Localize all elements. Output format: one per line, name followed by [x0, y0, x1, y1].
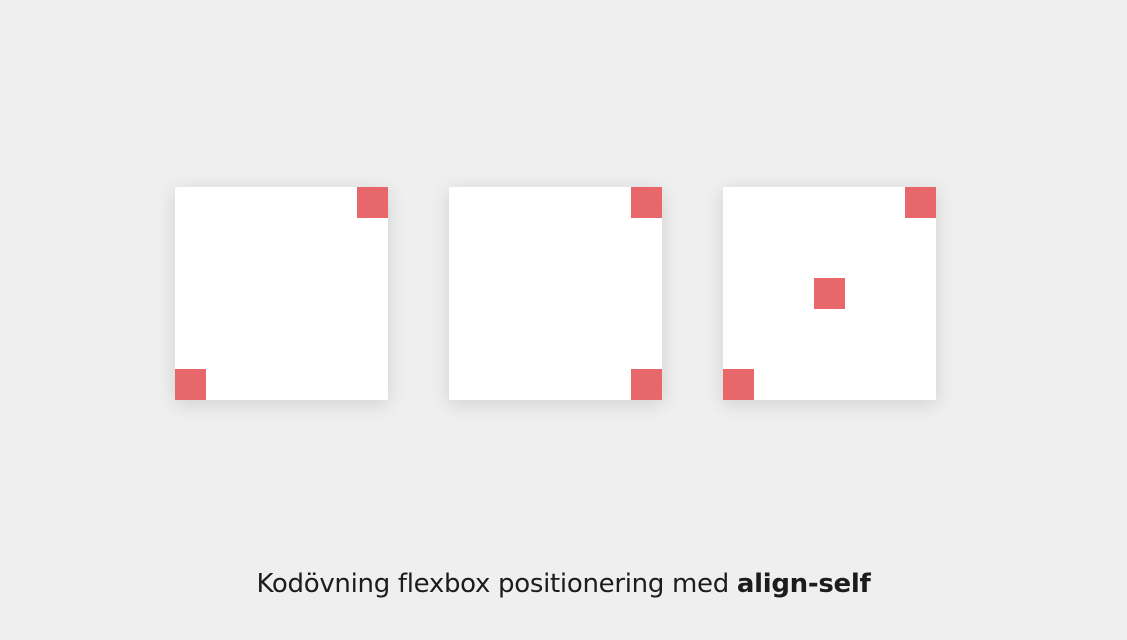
caption-emphasis: align-self: [736, 569, 871, 599]
flex-container-1: [175, 187, 388, 400]
flex-item-top-right: [905, 187, 936, 218]
flex-item-top-right: [631, 187, 662, 218]
flex-item-bottom-left: [175, 369, 206, 400]
flex-item-bottom-right: [631, 369, 662, 400]
flex-item-center: [814, 278, 845, 309]
flex-item-bottom-left: [723, 369, 754, 400]
flex-item-top-right: [357, 187, 388, 218]
flex-container-2: [449, 187, 662, 400]
flex-container-3: [723, 187, 936, 400]
caption: Kodövning flexbox positionering med alig…: [0, 569, 1127, 599]
caption-text: Kodövning flexbox positionering med: [256, 569, 737, 599]
